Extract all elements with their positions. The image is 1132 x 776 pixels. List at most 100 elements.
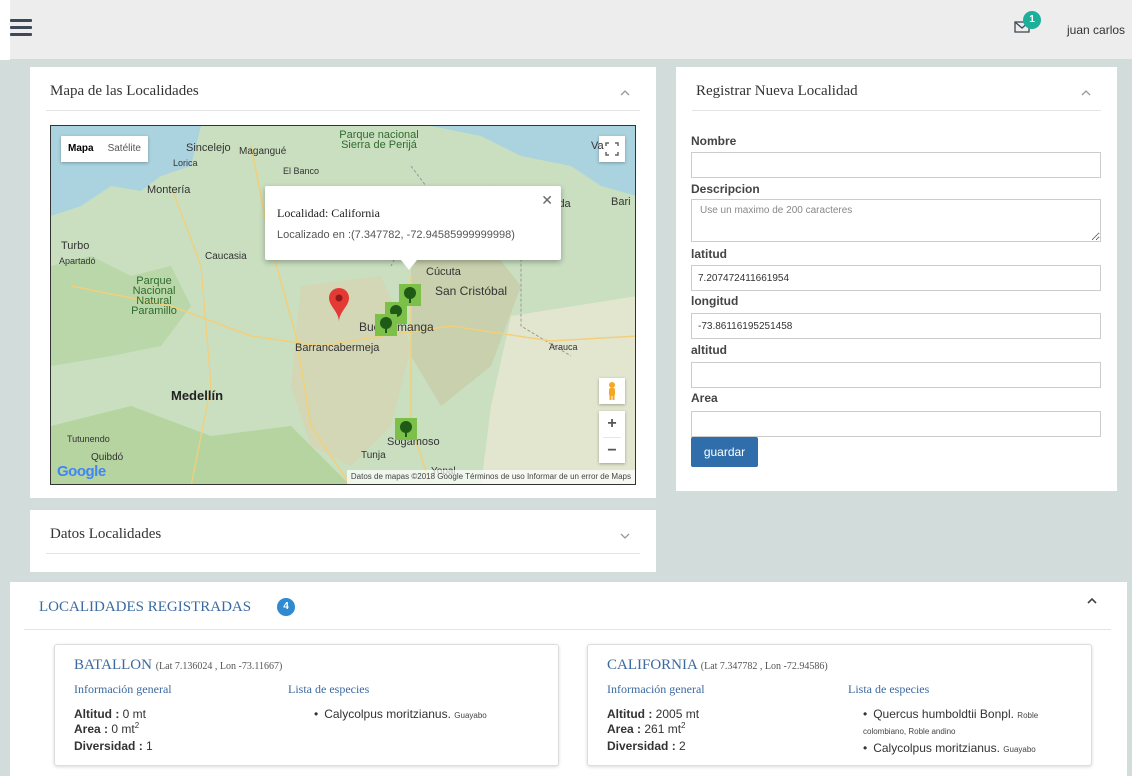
longitud-label: longitud [691,294,739,308]
species-list: Calycolpus moritzianus. Guayabo [314,707,487,725]
diversidad-value: 2 [679,739,686,753]
info-window-coords: Localizado en :(7.347782, -72.9458599999… [277,229,515,241]
altitud-key: Altitud : [607,707,653,721]
map-label: Medellín [171,388,224,403]
map-marker-red-icon[interactable] [329,288,349,325]
map-label: Magangué [239,146,287,157]
altitud-value: 2005 mt [655,707,700,721]
area-value: 0 mt [111,722,135,736]
divider [692,110,1101,111]
altitud-row: Altitud : 0 mt [74,707,146,721]
nombre-label: Nombre [691,134,737,148]
menu-icon[interactable] [10,19,32,39]
localidad-card-batallon: BATALLON (Lat 7.136024 , Lon -73.11667) … [54,644,559,766]
altitud-label: altitud [691,343,727,357]
map-label: Parque nacional Sierra de Perijá [339,129,419,151]
chevron-up-icon[interactable] [1086,595,1098,607]
map-label: Lorica [173,158,198,168]
species-common-name: Guayabo [1003,745,1036,754]
info-window-title: Localidad: California [277,206,380,220]
map-label: Bari [611,196,631,208]
divider [24,629,1111,630]
species-item: Calycolpus moritzianus. Guayabo [314,707,487,723]
species-name: Calycolpus moritzianus. [324,707,451,721]
card-name-text: CALIFORNIA [607,657,698,673]
localidad-card-california: CALIFORNIA (Lat 7.347782 , Lon -72.94586… [587,644,1092,766]
zoom-in-button[interactable]: + [599,411,625,437]
diversidad-key: Diversidad : [607,739,676,753]
top-bar: 1 juan carlos [0,0,1132,60]
area-row: Area : 261 mt2 [607,721,686,736]
chevron-up-icon[interactable] [1080,87,1092,99]
map-label: Barrancabermeja [295,342,380,354]
divider [46,110,640,111]
map-footer[interactable]: Datos de mapas ©2018 Google Términos de … [346,470,635,484]
card-name: CALIFORNIA (Lat 7.347782 , Lon -72.94586… [607,657,828,674]
area-key: Area : [74,722,109,736]
altitud-input[interactable] [691,362,1101,388]
map-label: El Banco [283,166,320,176]
close-icon[interactable]: ✕ [541,192,553,209]
mail-count-badge: 1 [1023,11,1041,29]
species-common-name: Guayabo [454,711,487,720]
save-button[interactable]: guardar [691,437,758,467]
descripcion-label: Descripcion [691,182,760,196]
longitud-input[interactable] [691,313,1101,339]
map-marker-tree-icon[interactable] [375,314,397,341]
street-view-pegman-icon[interactable] [599,378,625,404]
chevron-down-icon[interactable] [619,530,631,542]
map-label: Cúcuta [426,266,461,278]
altitud-key: Altitud : [74,707,120,721]
card-name-text: BATALLON [74,657,152,673]
info-window-arrow [401,260,417,270]
latitud-input[interactable] [691,265,1101,291]
divider [46,553,640,554]
area-input[interactable] [691,411,1101,437]
descripcion-textarea[interactable] [691,199,1101,242]
map-label: San Cristóbal [435,284,508,298]
area-row: Area : 0 mt2 [74,721,140,736]
info-general-header: Información general [74,682,172,696]
altitud-row: Altitud : 2005 mt [607,707,699,721]
google-logo: Google [57,463,106,480]
latitud-label: latitud [691,247,727,261]
map-info-window: Localidad: California Localizado en :(7.… [265,186,561,270]
datos-panel: Datos Localidades [30,510,656,572]
species-list-header: Lista de especies [288,682,370,696]
chevron-up-icon[interactable] [619,87,631,99]
nombre-input[interactable] [691,152,1101,178]
map-label: Va [591,140,604,152]
datos-panel-title: Datos Localidades [50,526,162,542]
card-coords: (Lat 7.347782 , Lon -72.94586) [700,661,828,672]
diversidad-value: 1 [146,739,153,753]
map-label: Tutunendo [67,434,110,444]
map-marker-tree-icon[interactable] [395,418,417,445]
left-edge [0,0,10,60]
localidades-count-badge: 4 [277,598,295,616]
species-name: Quercus humboldtii Bonpl. [873,707,1014,721]
map-label: Tunja [361,450,386,461]
map-type-control: Mapa Satélite [61,136,148,162]
map[interactable]: Mapa Satélite Sincelejo Magangué Lorica … [50,125,636,485]
species-name: Calycolpus moritzianus. [873,741,1000,755]
map-label: Parque Nacional Natural Paramillo [131,275,177,317]
zoom-out-button[interactable]: − [599,438,625,464]
map-type-satellite-button[interactable]: Satélite [101,136,148,162]
localidades-title: LOCALIDADES REGISTRADAS [39,599,252,615]
map-type-map-button[interactable]: Mapa [61,136,101,162]
species-item: Calycolpus moritzianus. Guayabo [863,741,1073,757]
area-value: 261 mt [644,722,682,736]
form-panel-title: Registrar Nueva Localidad [696,83,858,99]
diversidad-row: Diversidad : 1 [74,739,153,753]
map-label: Arauca [549,342,578,352]
map-label: Montería [147,184,191,196]
map-label: Turbo [61,240,90,252]
map-panel-title: Mapa de las Localidades [50,83,199,99]
map-label: Apartadó [59,256,96,266]
area-label: Area [691,391,718,405]
diversidad-key: Diversidad : [74,739,143,753]
map-label: Quibdó [91,452,124,463]
info-general-header: Información general [607,682,705,696]
user-name[interactable]: juan carlos [1067,23,1125,37]
map-label: Sincelejo [186,142,231,154]
